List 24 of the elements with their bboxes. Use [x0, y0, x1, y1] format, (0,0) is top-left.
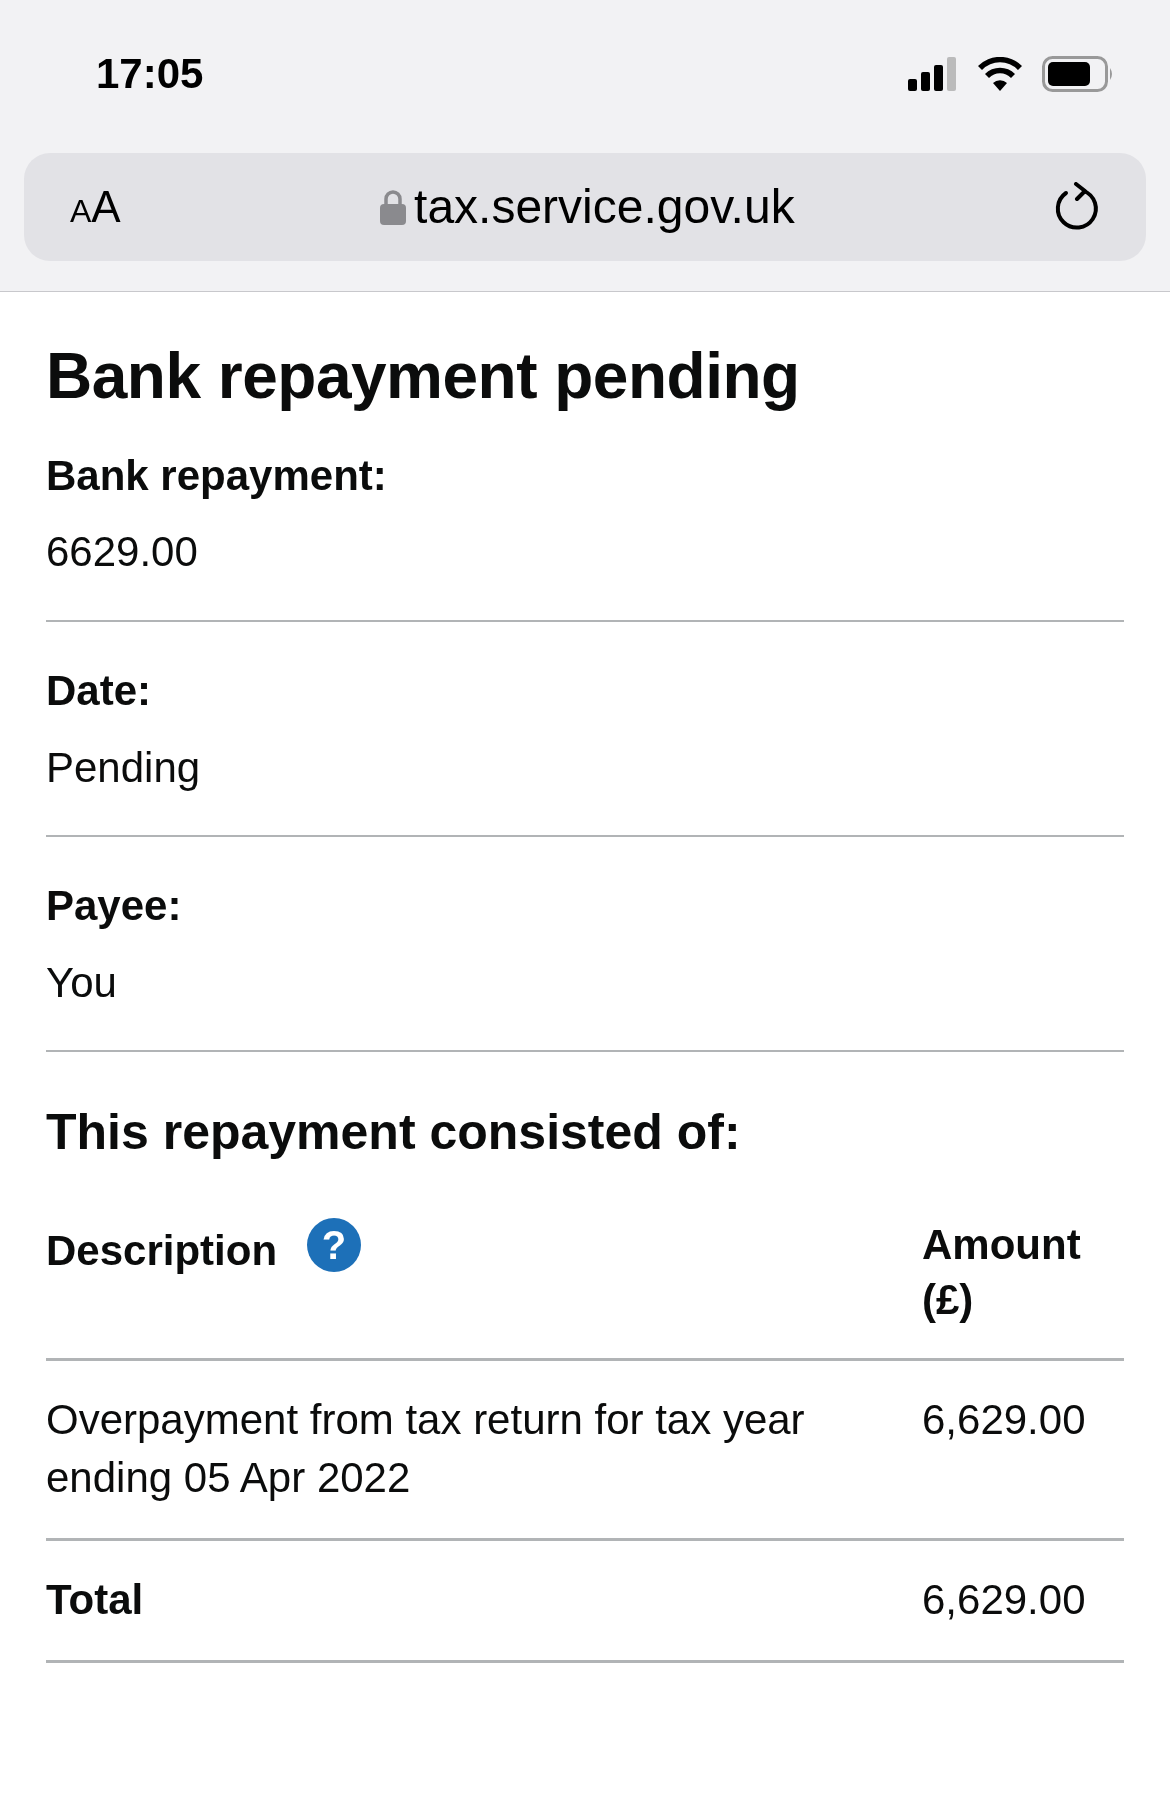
summary-label: Payee:: [46, 881, 183, 932]
column-header: Description: [46, 1226, 278, 1277]
page-heading: Bank repayment pending: [46, 339, 801, 414]
summary-label: Bank repayment:: [46, 450, 388, 501]
summary-label: Date:: [46, 666, 153, 716]
total-label: Total: [46, 1575, 144, 1626]
table-caption: This repayment consisted of:: [46, 1103, 742, 1163]
total-amount: 6,629.00: [922, 1575, 1087, 1626]
table-cell-text: Overpayment from tax return for tax year ending 05 Apr 2022: [46, 1394, 806, 1504]
table-cell-text: 6,629.00: [922, 1394, 1087, 1445]
help-icon[interactable]: ?: [307, 1218, 362, 1273]
url-text[interactable]: tax.service.gov.uk: [414, 171, 795, 243]
text-size-button[interactable]: AA: [70, 174, 121, 240]
status-time: 17:05: [96, 49, 204, 99]
signal-icon: [908, 56, 958, 91]
column-header: Amount (£): [922, 1220, 1082, 1325]
summary-value: Pending: [46, 742, 202, 793]
summary-value: 6629.00: [46, 527, 199, 578]
battery-icon: [1042, 55, 1114, 92]
reload-icon[interactable]: [1054, 182, 1100, 232]
address-bar[interactable]: AA tax.service.gov.uk: [24, 153, 1146, 261]
lock-icon: [380, 189, 407, 225]
summary-value: You: [46, 957, 118, 1008]
wifi-icon: [978, 56, 1022, 91]
